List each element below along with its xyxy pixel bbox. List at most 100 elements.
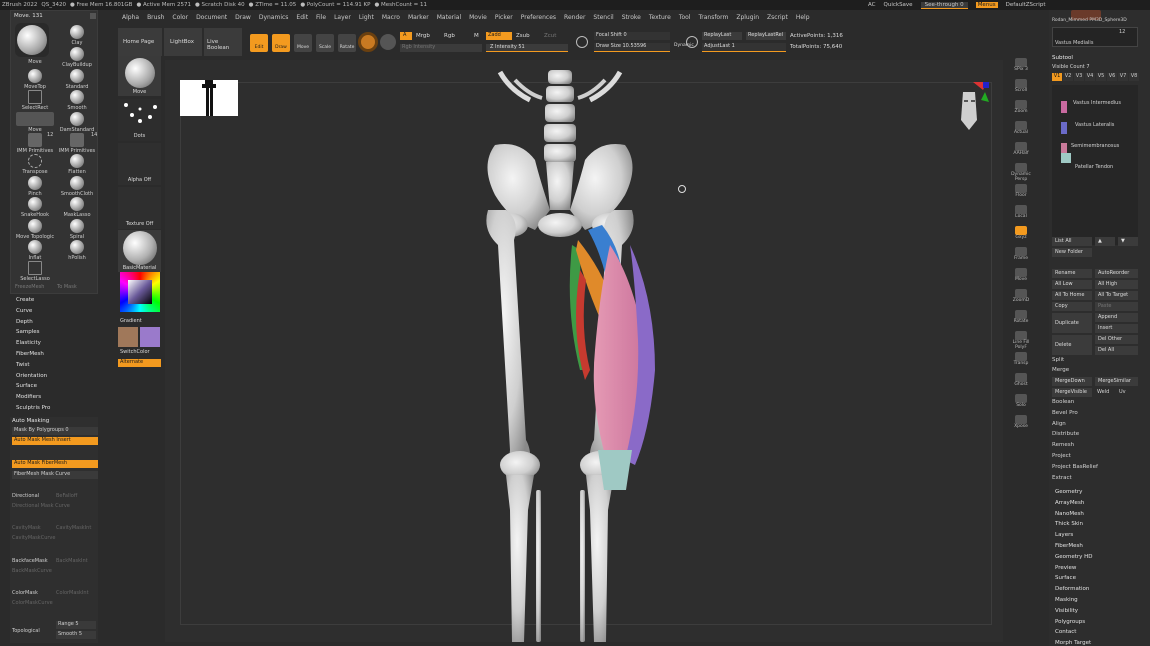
section-polygroups[interactable]: Polygroups (1055, 619, 1093, 630)
append-button[interactable]: Append (1095, 313, 1138, 322)
draw-mode-button[interactable]: Draw (272, 34, 290, 52)
section-geometry-hd[interactable]: Geometry HD (1055, 554, 1093, 565)
view-navigator-head[interactable] (945, 80, 991, 140)
menu-brush[interactable]: Brush (143, 14, 168, 21)
subpalette-elasticity[interactable]: Elasticity (10, 340, 98, 351)
section-nanomesh[interactable]: NanoMesh (1055, 511, 1093, 522)
menu-texture[interactable]: Texture (645, 14, 675, 21)
paste-button[interactable]: Paste (1095, 302, 1138, 311)
version-v1[interactable]: V1 (1052, 73, 1062, 81)
subtool-header[interactable]: Subtool (1052, 55, 1073, 61)
version-v7[interactable]: V7 (1118, 73, 1128, 81)
menu-zplugin[interactable]: Zplugin (732, 14, 763, 21)
section-deformation[interactable]: Deformation (1055, 586, 1093, 597)
quicksave-button[interactable]: QuickSave (884, 2, 913, 8)
a-button[interactable]: A (400, 32, 412, 40)
current-brush-slot[interactable]: Move (118, 54, 161, 96)
m-button[interactable]: M (474, 33, 479, 39)
lightbox-button[interactable]: LightBox (164, 28, 202, 56)
z-intensity-slider[interactable]: Z Intensity 51 (486, 44, 568, 52)
merge-visible-button[interactable]: MergeVisible (1052, 388, 1092, 397)
leg-skeleton-model[interactable] (440, 70, 680, 642)
cavity-mask-curve[interactable]: CavityMaskCurve (12, 535, 55, 541)
all-high-button[interactable]: All High (1095, 280, 1138, 289)
brush-selectrect[interactable]: SelectRect (13, 90, 57, 111)
menu-help[interactable]: Help (792, 14, 814, 21)
menu-movie[interactable]: Movie (465, 14, 491, 21)
menu-alpha[interactable]: Alpha (118, 14, 143, 21)
move-down-button[interactable]: ▼ (1118, 237, 1138, 246)
menu-light[interactable]: Light (355, 14, 378, 21)
distribute-section[interactable]: Distribute (1052, 431, 1079, 437)
view-button-line-fill-polyf[interactable]: Line Fill PolyF (1010, 331, 1032, 350)
tomask-button[interactable]: To Mask (57, 284, 77, 290)
cavity-mask-toggle[interactable]: CavityMask (12, 525, 41, 531)
menu-zscript[interactable]: Zscript (763, 14, 792, 21)
view-button-move[interactable]: Move (1010, 268, 1032, 286)
polyframe-icon[interactable] (380, 34, 396, 50)
replay-last-rel-button[interactable]: ReplayLastRel (746, 32, 786, 40)
menu-tool[interactable]: Tool (675, 14, 695, 21)
autoreorder-button[interactable]: AutoReorder (1095, 269, 1138, 278)
zadd-button[interactable]: Zadd (486, 32, 512, 40)
all-to-home-button[interactable]: All To Home (1052, 291, 1092, 300)
menu-preferences[interactable]: Preferences (517, 14, 560, 21)
section-thick-skin[interactable]: Thick Skin (1055, 521, 1093, 532)
menu-macro[interactable]: Macro (378, 14, 404, 21)
section-layers[interactable]: Layers (1055, 532, 1093, 543)
mrgb-button[interactable]: Mrgb (416, 33, 430, 39)
brush-smoothcloth[interactable]: SmoothCloth (55, 176, 99, 197)
view-button-xpose[interactable]: Xpose (1010, 415, 1032, 433)
project-basrelief-section[interactable]: Project BasRelief (1052, 464, 1098, 470)
menu-file[interactable]: File (312, 14, 330, 21)
auto-mask-mesh-insert-toggle[interactable]: Auto Mask Mesh Insert (12, 437, 98, 445)
alpha-slot[interactable]: Alpha Off (118, 143, 161, 185)
subpalette-surface[interactable]: Surface (10, 383, 98, 394)
backface-mask-curve[interactable]: BackMaskCurve (12, 568, 52, 574)
del-all-button[interactable]: Del All (1095, 346, 1138, 355)
menu-color[interactable]: Color (168, 14, 192, 21)
fibermesh-mask-curve[interactable]: FiberMesh Mask Curve (12, 471, 98, 479)
switchcolor-button[interactable]: SwitchColor (120, 349, 150, 355)
view-button-frame[interactable]: Frame (1010, 247, 1032, 265)
view-button-rotate[interactable]: Rotate (1010, 310, 1032, 328)
color-picker[interactable] (118, 272, 161, 316)
replay-last-button[interactable]: ReplayLast (702, 32, 742, 40)
freezemesh-button[interactable]: FreezeMesh (15, 284, 44, 290)
version-v2[interactable]: V2 (1063, 73, 1073, 81)
subpalette-sculptris-pro[interactable]: Sculptris Pro (10, 405, 98, 416)
brush-masklasso[interactable]: MaskLasso (55, 197, 99, 218)
brush-movetop[interactable]: MoveTop (13, 69, 57, 90)
view-button-zoomd[interactable]: ZoomD (1010, 289, 1032, 307)
mask-by-polygroups-slider[interactable]: Mask By Polygroups 0 (12, 427, 98, 435)
brush-transpose[interactable]: Transpose (13, 154, 57, 175)
color-wheel-icon[interactable] (119, 272, 160, 312)
brush-pinch[interactable]: Pinch (13, 176, 57, 197)
focal-shift-slider[interactable]: Focal Shift 0 (594, 32, 670, 40)
directional-mask-curve[interactable]: Directional Mask Curve (12, 503, 70, 509)
view-button-actual[interactable]: Actual (1010, 121, 1032, 139)
view-button-ghost[interactable]: Ghost (1010, 373, 1032, 391)
menu-document[interactable]: Document (192, 14, 231, 21)
subpalette-samples[interactable]: Samples (10, 329, 98, 340)
section-contact[interactable]: Contact (1055, 629, 1093, 640)
backface-mask-toggle[interactable]: BackfaceMask (12, 558, 48, 564)
merge-similar-button[interactable]: MergeSimilar (1095, 377, 1138, 386)
view-button-local[interactable]: Local (1010, 205, 1032, 223)
brush-flatten[interactable]: Flatten (55, 154, 99, 175)
all-to-target-button[interactable]: All To Target (1095, 291, 1138, 300)
view-button-scroll[interactable]: Scroll (1010, 79, 1032, 97)
move-up-button[interactable]: ▲ (1095, 237, 1115, 246)
topological-range-slider[interactable]: Range 5 (56, 621, 96, 629)
view-button-solo[interactable]: Solo (1010, 394, 1032, 412)
brush-selectlasso[interactable]: SelectLasso (13, 261, 57, 282)
color-mask-toggle[interactable]: ColorMask (12, 590, 38, 596)
brush-hpolish[interactable]: hPolish (55, 240, 99, 261)
brush-smooth[interactable]: Smooth (55, 90, 99, 111)
subtool-item-2[interactable]: Semimembranosus (1071, 143, 1119, 149)
adjust-last-slider[interactable]: AdjustLast 1 (702, 43, 786, 52)
brush-snakehook[interactable]: SnakeHook (13, 197, 57, 218)
brush-damstandard[interactable]: DamStandard (55, 112, 99, 133)
main-color-swatch[interactable] (118, 327, 138, 347)
navigation-thumbnail[interactable] (180, 80, 238, 116)
